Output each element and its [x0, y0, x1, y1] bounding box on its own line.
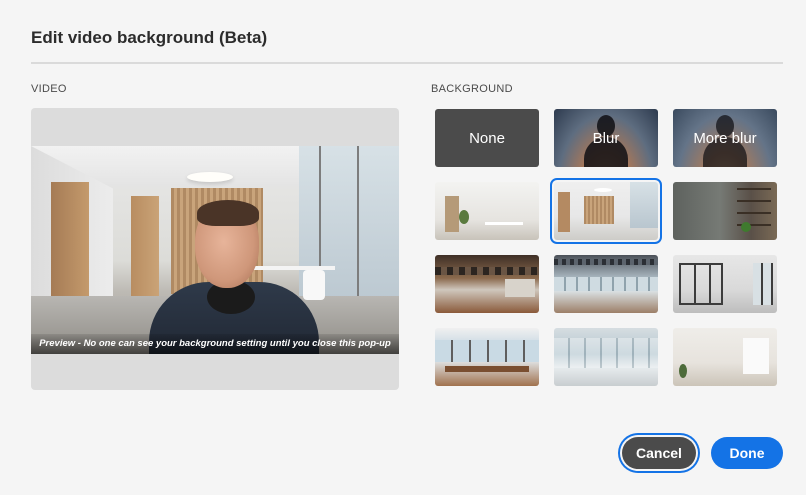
ceiling-lamp [187, 172, 233, 182]
title-divider [31, 62, 783, 64]
video-section-label: VIDEO [31, 83, 67, 95]
background-option-image[interactable] [550, 178, 662, 244]
background-section-label: BACKGROUND [431, 83, 513, 95]
background-option-image[interactable] [435, 255, 539, 313]
done-button[interactable]: Done [711, 437, 783, 469]
background-option-blur[interactable]: Blur [554, 109, 658, 167]
background-options-grid: None Blur More blur [435, 109, 777, 386]
background-option-label: More blur [693, 129, 757, 147]
background-option-image[interactable] [435, 328, 539, 386]
background-option-image[interactable] [673, 182, 777, 240]
video-preview-panel: Preview - No one can see your background… [31, 108, 399, 390]
room-chair [303, 270, 325, 300]
background-option-image[interactable] [673, 328, 777, 386]
background-option-more-blur[interactable]: More blur [673, 109, 777, 167]
room-door [51, 182, 89, 298]
person-hair [197, 200, 259, 226]
dialog-title: Edit video background (Beta) [31, 28, 268, 47]
cancel-button[interactable]: Cancel [622, 437, 696, 469]
background-option-label: None [469, 129, 505, 147]
background-option-image[interactable] [554, 328, 658, 386]
background-option-image[interactable] [554, 255, 658, 313]
background-option-none[interactable]: None [435, 109, 539, 167]
room-door [131, 196, 159, 296]
preview-caption: Preview - No one can see your background… [31, 334, 399, 354]
background-option-label: Blur [592, 129, 620, 147]
video-preview-frame: Preview - No one can see your background… [31, 146, 399, 354]
background-option-image[interactable] [435, 182, 539, 240]
background-option-image[interactable] [673, 255, 777, 313]
